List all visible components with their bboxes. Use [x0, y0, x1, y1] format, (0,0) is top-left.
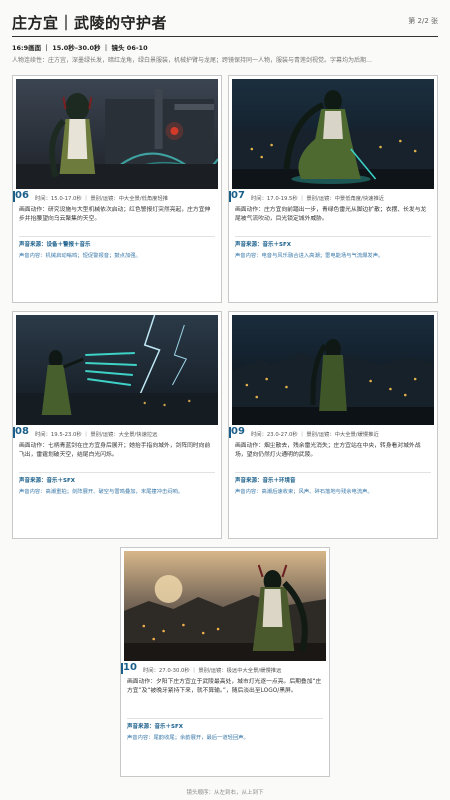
divider — [235, 472, 431, 473]
shot-card-06: 06 时间：15.0-17.0秒 ｜ 景别/运镜：中大全景/低角度轻推 画面动作… — [12, 75, 222, 303]
shot-image-08 — [16, 315, 218, 425]
divider — [19, 236, 215, 237]
sound-content: 声音内容：机械启动嗡鸣；短促警报音；鼓点加强。 — [19, 253, 141, 259]
shot-action: 画面动作：夕阳下庄方宜立于武陵最高处，城市灯光逐一点亮。后期叠加“庄方宜”及“被… — [127, 679, 322, 694]
shot-time: 时间：27.0-30.0秒 ｜ 景别/运镜：极远中大全景/缓慢推远 — [143, 668, 282, 674]
divider — [127, 718, 323, 719]
header: 庄方宜｜武陵的守护者 第 2/2 张 — [12, 10, 438, 37]
shot-card-08: 08 时间：19.5-23.0秒 ｜ 景别/运镜：大全景/快速拉远 画面动作：七… — [12, 311, 222, 539]
sound-source: 声音来源：音乐＋SFX — [235, 242, 291, 248]
shot-action: 画面动作：七柄青蓝剑在庄方宜身后展开；她抬手指向城外，剑阵同时向前飞出，雷霆划破… — [19, 443, 211, 458]
meta-line: 16:9画面 ｜ 15.0秒–30.0秒 ｜ 镜头 06-10 — [12, 44, 148, 52]
shot-time: 时间：23.0-27.0秒 ｜ 景别/运镜：中大全景/缓慢推近 — [251, 432, 379, 438]
shot-time: 时间：17.0-19.5秒 ｜ 景别/运镜：中景低角度/快速推近 — [251, 196, 385, 202]
sound-source: 声音来源：设备＋警报＋音乐 — [19, 242, 91, 248]
shot-time: 时间：15.0-17.0秒 ｜ 景别/运镜：中大全景/低角度轻推 — [35, 196, 169, 202]
shot-action: 画面动作：烟尘散去，残余雷光消失；庄方宜站在中央，转身看对城外战场，望向仍然灯火… — [235, 443, 421, 458]
continuity-note: 人物连续性：庄方宜，深墨绿长发，暗红龙角，绿白景服装，机械护臂与龙尾；跨镜保持同… — [12, 57, 373, 64]
shot-card-07: 07 时间：17.0-19.5秒 ｜ 景别/运镜：中景低角度/快速推近 画面动作… — [228, 75, 438, 303]
shot-image-09 — [232, 315, 434, 425]
divider — [235, 236, 431, 237]
shot-number: 07 — [231, 190, 245, 201]
shot-action: 画面动作：研究设施与大型机械依次启动；红色警报灯突然亮起，庄方宜伸步并抬腰望向乌… — [19, 207, 211, 222]
page-indicator: 第 2/2 张 — [408, 17, 438, 25]
sound-content: 声音内容：尾韵收尾；余韵展开，最后一道轻回声。 — [127, 735, 249, 741]
sound-source: 声音来源：音乐＋SFX — [127, 724, 183, 730]
sound-content: 声音内容：电音与风乐融合进入高潮；雷电能场与气流爆发声。 — [235, 253, 384, 259]
page-title: 庄方宜｜武陵的守护者 — [12, 14, 168, 32]
shot-card-10: 10 时间：27.0-30.0秒 ｜ 景别/运镜：极远中大全景/缓慢推远 画面动… — [120, 547, 330, 777]
sound-content: 声音内容：高潮后速收束；风声、碎石落地与残余电流声。 — [235, 489, 373, 495]
sound-content: 声音内容：高潮重拍；剑阵展开、破空与雷鸣叠加，末尾撞冲击闷响。 — [19, 489, 184, 495]
shot-action: 画面动作：庄方宜向前踏出一步，青绿色雷光从脚边扩散；衣摆、长发与龙尾被气流吹动，… — [235, 207, 427, 222]
shot-number: 06 — [15, 190, 29, 201]
divider — [19, 472, 215, 473]
sound-source: 声音来源：音乐＋环境音 — [235, 478, 296, 484]
shot-number: 08 — [15, 426, 29, 437]
shot-time: 时间：19.5-23.0秒 ｜ 景别/运镜：大全景/快速拉远 — [35, 432, 158, 438]
shot-number: 10 — [123, 662, 137, 673]
shot-card-09: 09 时间：23.0-27.0秒 ｜ 景别/运镜：中大全景/缓慢推近 画面动作：… — [228, 311, 438, 539]
shot-image-07 — [232, 79, 434, 189]
shot-image-10 — [124, 551, 326, 661]
shot-number: 09 — [231, 426, 245, 437]
footer-note: 镜头顺序：从左到右，从上到下 — [186, 790, 264, 796]
sound-source: 声音来源：音乐＋SFX — [19, 478, 75, 484]
shot-image-06 — [16, 79, 218, 189]
